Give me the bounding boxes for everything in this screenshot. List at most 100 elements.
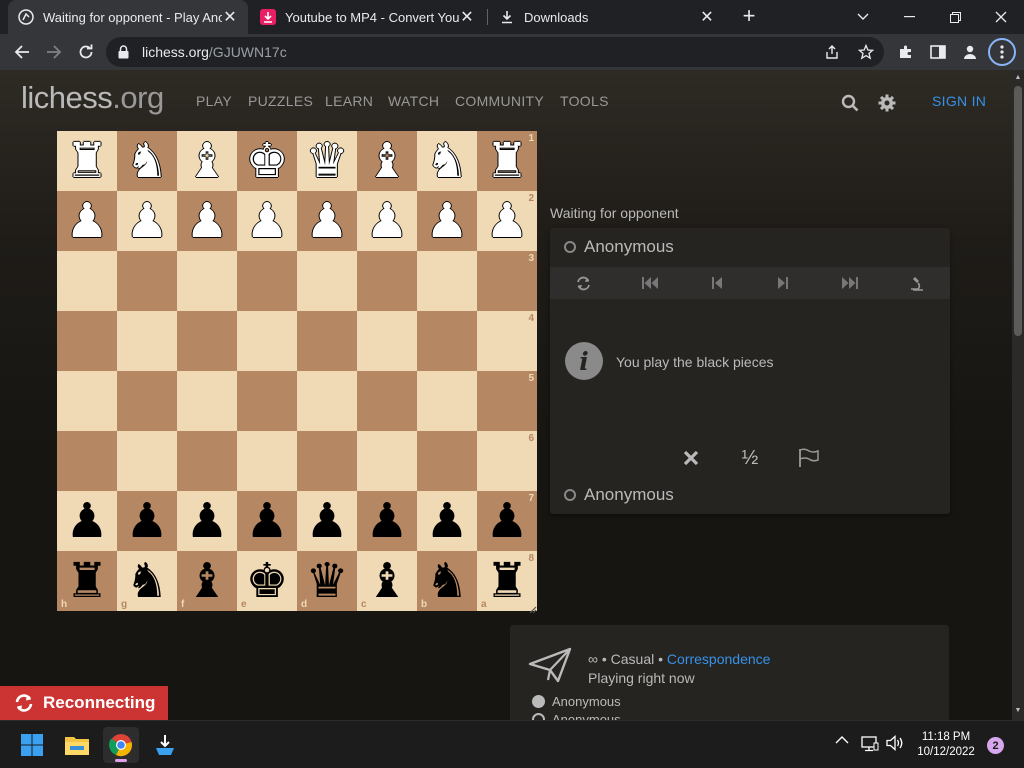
white-pawn-icon[interactable]: ♟ [185,197,228,245]
board-square[interactable] [237,311,297,371]
board-square[interactable] [57,251,117,311]
black-knight-icon[interactable]: ♞ [125,557,168,605]
white-pawn-icon[interactable]: ♟ [65,197,108,245]
board-square[interactable]: ♜ 1 [477,131,537,191]
lichess-logo[interactable]: lichess.org [21,80,164,116]
nav-community[interactable]: COMMUNITY [455,93,544,109]
board-square[interactable]: ♟ [57,491,117,551]
board-square[interactable]: ♛ d [297,551,357,611]
board-square[interactable] [297,251,357,311]
chrome-taskbar-icon[interactable] [103,727,139,763]
black-rook-icon[interactable]: ♜ [65,557,108,605]
black-pawn-icon[interactable]: ♟ [125,497,168,545]
extensions-puzzle-icon[interactable] [892,38,920,66]
first-move-button[interactable] [617,267,684,299]
board-square[interactable]: 3 [477,251,537,311]
white-pawn-icon[interactable]: ♟ [125,197,168,245]
previous-move-button[interactable] [683,267,750,299]
white-pawn-icon[interactable]: ♟ [245,197,288,245]
white-pawn-icon[interactable]: ♟ [305,197,348,245]
nav-tools[interactable]: TOOLS [560,93,609,109]
maximize-button[interactable] [932,0,978,34]
notification-count-badge[interactable]: 2 [987,737,1004,754]
flip-board-button[interactable] [550,267,617,299]
page-scrollbar[interactable]: ▲ ▼ [1012,70,1024,720]
board-square[interactable] [357,371,417,431]
nav-learn[interactable]: LEARN [325,93,373,109]
board-square[interactable]: ♟ [237,491,297,551]
board-square[interactable] [237,251,297,311]
black-rook-icon[interactable]: ♜ [485,557,528,605]
board-square[interactable] [297,431,357,491]
top-player[interactable]: Anonymous [550,229,950,265]
board-square[interactable]: ♞ [117,131,177,191]
board-square[interactable]: ♟ [237,191,297,251]
windows-start-icon[interactable] [14,727,50,763]
volume-speaker-icon[interactable] [886,735,904,751]
black-pawn-icon[interactable]: ♟ [425,497,468,545]
board-square[interactable] [57,311,117,371]
board-square[interactable] [177,251,237,311]
black-pawn-icon[interactable]: ♟ [365,497,408,545]
back-button[interactable] [8,38,36,66]
board-square[interactable]: ♟ [177,491,237,551]
tab-lichess[interactable]: Waiting for opponent - Play Anonymous ✕ [8,0,248,34]
board-resize-handle-icon[interactable] [527,601,537,614]
file-explorer-icon[interactable] [59,727,95,763]
tab-close-icon[interactable]: ✕ [699,7,715,27]
black-pawn-icon[interactable]: ♟ [65,497,108,545]
white-knight-icon[interactable]: ♞ [425,137,468,185]
board-square[interactable] [297,311,357,371]
scroll-up-arrow-icon[interactable]: ▲ [1014,74,1022,82]
white-pawn-icon[interactable]: ♟ [485,197,528,245]
board-square[interactable] [297,371,357,431]
close-window-button[interactable] [978,0,1024,34]
next-move-button[interactable] [750,267,817,299]
nav-watch[interactable]: WATCH [388,93,439,109]
board-square[interactable] [417,371,477,431]
board-square[interactable] [117,371,177,431]
board-square[interactable] [177,371,237,431]
chrome-menu-icon[interactable] [988,38,1016,66]
board-square[interactable] [237,431,297,491]
bottom-player[interactable]: Anonymous [550,477,950,513]
nav-play[interactable]: PLAY [196,93,232,109]
board-square[interactable]: ♟ 7 [477,491,537,551]
board-square[interactable]: 5 [477,371,537,431]
board-square[interactable] [417,311,477,371]
board-square[interactable]: ♞ [417,131,477,191]
info-player-black[interactable]: Anonymous [532,712,621,720]
tab-youtube-mp4[interactable]: Youtube to MP4 - Convert Youtube ✕ [250,0,485,34]
white-pawn-icon[interactable]: ♟ [425,197,468,245]
board-square[interactable]: ♟ [417,191,477,251]
black-pawn-icon[interactable]: ♟ [185,497,228,545]
tab-close-icon[interactable]: ✕ [222,7,238,27]
board-square[interactable]: ♟ [357,491,417,551]
board-square[interactable]: ♟ [117,191,177,251]
board-square[interactable]: ♜ [57,131,117,191]
info-player-white[interactable]: Anonymous [532,694,621,709]
black-knight-icon[interactable]: ♞ [425,557,468,605]
board-square[interactable]: ♜ h [57,551,117,611]
board-square[interactable]: ♟ [417,491,477,551]
side-panel-icon[interactable] [924,38,952,66]
taskbar-clock[interactable]: 11:18 PM 10/12/2022 [914,730,978,760]
tab-close-icon[interactable]: ✕ [459,7,475,27]
board-square[interactable]: ♚ e [237,551,297,611]
board-square[interactable] [57,371,117,431]
tab-downloads[interactable]: Downloads ✕ [489,0,725,34]
nav-puzzles[interactable]: PUZZLES [248,93,313,109]
board-square[interactable]: ♟ [357,191,417,251]
white-bishop-icon[interactable]: ♝ [185,137,228,185]
white-rook-icon[interactable]: ♜ [485,137,528,185]
forward-button[interactable] [40,38,68,66]
board-square[interactable]: ♞ g [117,551,177,611]
tab-search-chevron-icon[interactable] [840,0,886,34]
board-square[interactable]: ♞ b [417,551,477,611]
share-icon[interactable] [822,42,842,62]
app-installer-icon[interactable] [147,727,183,763]
board-square[interactable]: ♝ [177,131,237,191]
black-bishop-icon[interactable]: ♝ [185,557,228,605]
board-square[interactable] [417,431,477,491]
white-pawn-icon[interactable]: ♟ [365,197,408,245]
